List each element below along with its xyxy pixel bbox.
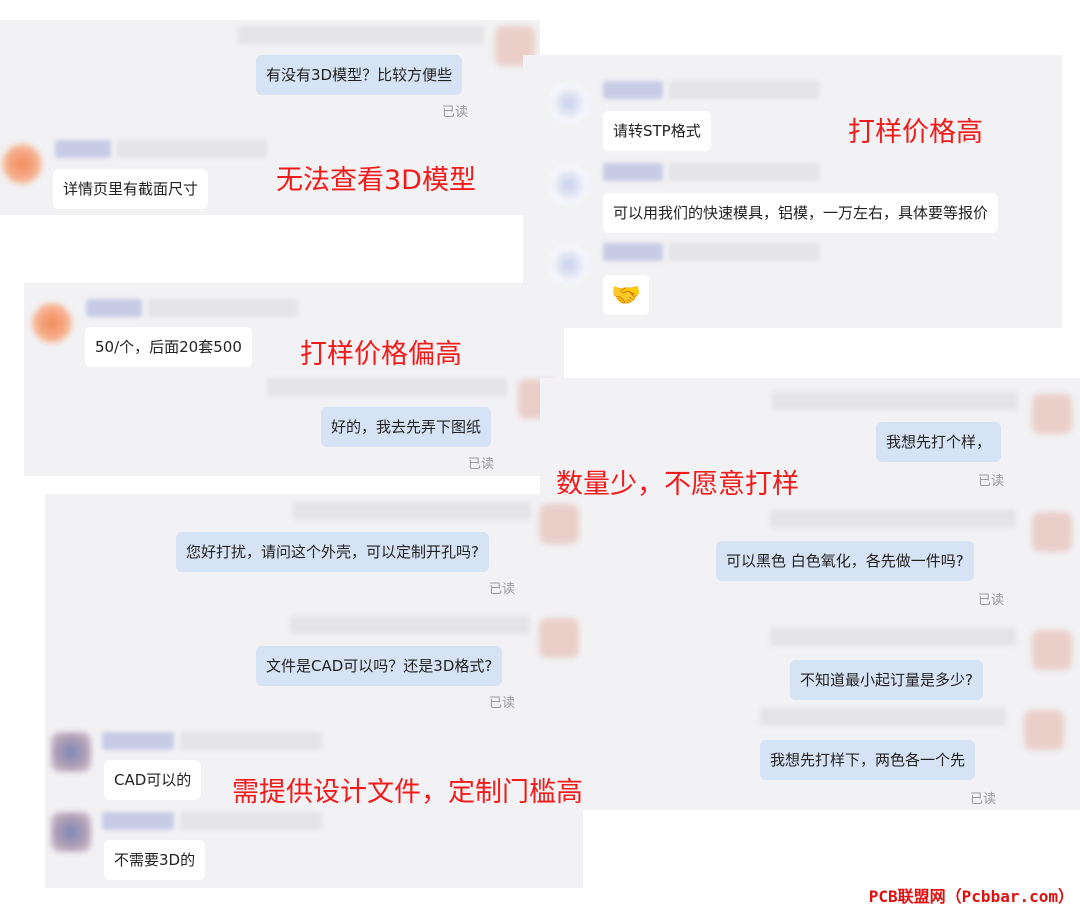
message-bubble-incoming[interactable]: CAD可以的 xyxy=(104,760,202,800)
merchant-avatar xyxy=(549,83,589,123)
blurred-sender-name xyxy=(102,812,174,830)
message-bubble-incoming[interactable]: 可以用我们的快速模具，铝模，一万左右，具体要等报价 xyxy=(603,193,999,233)
read-receipt: 已读 xyxy=(468,457,495,472)
blurred-timestamp xyxy=(669,243,819,261)
blurred-timestamp xyxy=(180,812,322,830)
blurred-timestamp xyxy=(669,81,819,99)
site-watermark: PCB联盟网（Pcbbar.com） xyxy=(868,887,1074,906)
merchant-avatar xyxy=(549,165,589,205)
blurred-timestamp xyxy=(267,378,507,396)
blurred-sender-name xyxy=(603,81,663,99)
blurred-sender-name xyxy=(86,299,142,317)
blurred-sender-name xyxy=(55,140,111,158)
user-avatar xyxy=(539,504,579,544)
merchant-avatar xyxy=(51,812,91,852)
chat-panel-4: 我想先打个样， 已读 可以黑色 白色氧化，各先做一件吗? 已读 不知道最小起订量… xyxy=(540,378,1080,810)
blurred-timestamp xyxy=(760,708,1006,726)
read-receipt: 已读 xyxy=(978,593,1005,608)
blurred-timestamp xyxy=(772,392,1018,410)
user-avatar xyxy=(1032,512,1072,552)
blurred-timestamp xyxy=(770,628,1016,646)
blurred-timestamp xyxy=(770,510,1016,528)
blurred-sender-name xyxy=(603,243,663,261)
read-receipt: 已读 xyxy=(489,582,516,597)
chat-panel-5: 您好打扰，请问这个外壳，可以定制开孔吗? 已读 文件是CAD可以吗？还是3D格式… xyxy=(45,494,583,888)
message-bubble-outgoing[interactable]: 我想先打样下，两色各一个先 xyxy=(760,740,976,780)
message-bubble-outgoing[interactable]: 我想先打个样， xyxy=(876,422,1002,462)
chat-panel-3: 50/个，后面20套500 好的，我去先弄下图纸 已读 xyxy=(24,283,564,476)
user-avatar xyxy=(1024,710,1064,750)
annotation-design-file-required: 需提供设计文件，定制门槛高 xyxy=(232,777,583,808)
message-bubble-outgoing[interactable]: 文件是CAD可以吗？还是3D格式? xyxy=(256,646,503,686)
merchant-avatar xyxy=(32,303,72,343)
message-bubble-incoming[interactable]: 不需要3D的 xyxy=(104,840,206,880)
blurred-timestamp xyxy=(148,299,298,317)
chat-panel-2: 请转STP格式 可以用我们的快速模具，铝模，一万左右，具体要等报价 🤝 xyxy=(523,55,1062,328)
read-receipt: 已读 xyxy=(489,696,516,711)
handshake-icon[interactable]: 🤝 xyxy=(603,275,649,315)
message-bubble-incoming[interactable]: 50/个，后面20套500 xyxy=(85,327,252,367)
merchant-avatar xyxy=(2,144,42,184)
blurred-timestamp xyxy=(290,616,530,634)
message-bubble-incoming[interactable]: 详情页里有截面尺寸 xyxy=(53,169,209,209)
blurred-timestamp xyxy=(180,732,322,750)
message-bubble-outgoing[interactable]: 好的，我去先弄下图纸 xyxy=(321,407,492,447)
read-receipt: 已读 xyxy=(442,105,469,120)
blurred-timestamp xyxy=(293,502,531,520)
message-bubble-outgoing[interactable]: 您好打扰，请问这个外壳，可以定制开孔吗? xyxy=(176,532,489,572)
user-avatar xyxy=(539,618,579,658)
blurred-timestamp xyxy=(238,26,484,44)
annotation-sample-price-high: 打样价格偏高 xyxy=(300,339,462,370)
message-bubble-outgoing[interactable]: 有没有3D模型？比较方便些 xyxy=(256,55,463,95)
merchant-avatar xyxy=(51,732,91,772)
user-avatar xyxy=(1032,394,1072,434)
message-bubble-incoming[interactable]: 请转STP格式 xyxy=(603,111,711,151)
annotation-high-sample-price: 打样价格高 xyxy=(848,117,983,148)
merchant-avatar xyxy=(549,245,589,285)
blurred-sender-name xyxy=(603,163,663,181)
annotation-no-3d-model: 无法查看3D模型 xyxy=(276,165,476,196)
blurred-sender-name xyxy=(102,732,174,750)
annotation-small-quantity: 数量少，不愿意打样 xyxy=(556,469,799,500)
blurred-timestamp xyxy=(117,140,267,158)
read-receipt: 已读 xyxy=(970,792,997,807)
user-avatar xyxy=(1032,630,1072,670)
blurred-timestamp xyxy=(669,163,819,181)
message-bubble-outgoing[interactable]: 不知道最小起订量是多少? xyxy=(790,660,983,700)
read-receipt: 已读 xyxy=(978,474,1005,489)
message-bubble-outgoing[interactable]: 可以黑色 白色氧化，各先做一件吗? xyxy=(716,541,974,581)
